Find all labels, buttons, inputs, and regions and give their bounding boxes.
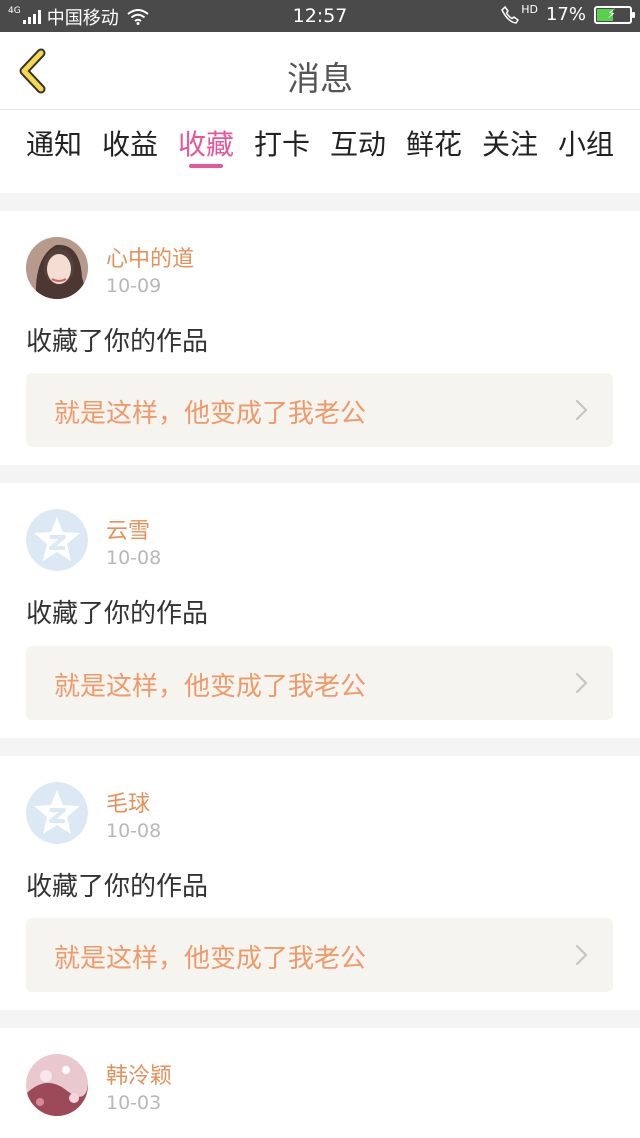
battery-percent: 17% [545,4,586,25]
work-title: 就是这样，他变成了我老公 [54,399,367,429]
section-divider [0,738,640,756]
qzone-star-icon [26,782,88,844]
nav-header: 消息 [0,32,640,110]
battery-icon: ⚡ [594,5,635,24]
tab-interaction[interactable]: 互动 [330,123,386,163]
charging-icon: ⚡ [607,6,617,22]
avatar[interactable] [26,237,88,299]
favorite-notification-card: 毛球 10-08 收藏了你的作品 就是这样，他变成了我老公 [0,756,640,1010]
action-text: 收藏了你的作品 [26,327,209,357]
notification-date: 10-03 [106,1092,162,1114]
user-name[interactable]: 心中的道 [106,241,194,273]
avatar[interactable] [26,509,88,571]
tab-bar: 通知 收益 收藏 打卡 互动 鲜花 关注 小组 [0,111,640,193]
notification-date: 10-09 [106,275,162,297]
hd-badge: HD [521,3,538,16]
favorite-notification-card: 云雪 10-08 收藏了你的作品 就是这样，他变成了我老公 [0,483,640,738]
user-name[interactable]: 韩泠颖 [106,1058,172,1090]
chevron-right-icon [575,672,588,694]
section-divider [0,1010,640,1028]
work-link[interactable]: 就是这样，他变成了我老公 [26,373,613,447]
notification-date: 10-08 [106,547,162,569]
status-right: HD 17% ⚡ [501,3,635,25]
work-title: 就是这样，他变成了我老公 [54,672,367,702]
tab-groups[interactable]: 小组 [558,123,614,163]
user-name[interactable]: 毛球 [106,786,150,818]
user-name[interactable]: 云雪 [106,513,150,545]
qzone-star-icon [26,509,88,571]
notification-date: 10-08 [106,820,162,842]
section-divider [0,193,640,211]
user-photo-icon [26,1054,88,1116]
tab-follow[interactable]: 关注 [482,123,538,163]
work-link[interactable]: 就是这样，他变成了我老公 [26,646,613,720]
tab-earnings[interactable]: 收益 [102,123,158,163]
status-bar: 4G 中国移动 12:57 HD 17% ⚡ [0,0,640,32]
favorite-notification-card: 韩泠颖 10-03 [0,1028,640,1138]
tab-checkin[interactable]: 打卡 [254,123,310,163]
avatar[interactable] [26,1054,88,1116]
avatar[interactable] [26,782,88,844]
tab-notice[interactable]: 通知 [26,123,82,163]
favorite-notification-card: 心中的道 10-09 收藏了你的作品 就是这样，他变成了我老公 [0,211,640,465]
section-divider [0,465,640,483]
active-tab-indicator [189,164,223,168]
action-text: 收藏了你的作品 [26,872,209,902]
work-link[interactable]: 就是这样，他变成了我老公 [26,918,613,992]
work-title: 就是这样，他变成了我老公 [54,944,367,974]
chevron-right-icon [575,944,588,966]
tab-flowers[interactable]: 鲜花 [406,123,462,163]
action-text: 收藏了你的作品 [26,599,209,629]
tab-favorites[interactable]: 收藏 [178,123,234,163]
chevron-right-icon [575,399,588,421]
page-title: 消息 [287,59,353,98]
user-photo-icon [26,237,88,299]
phone-icon [501,5,520,24]
